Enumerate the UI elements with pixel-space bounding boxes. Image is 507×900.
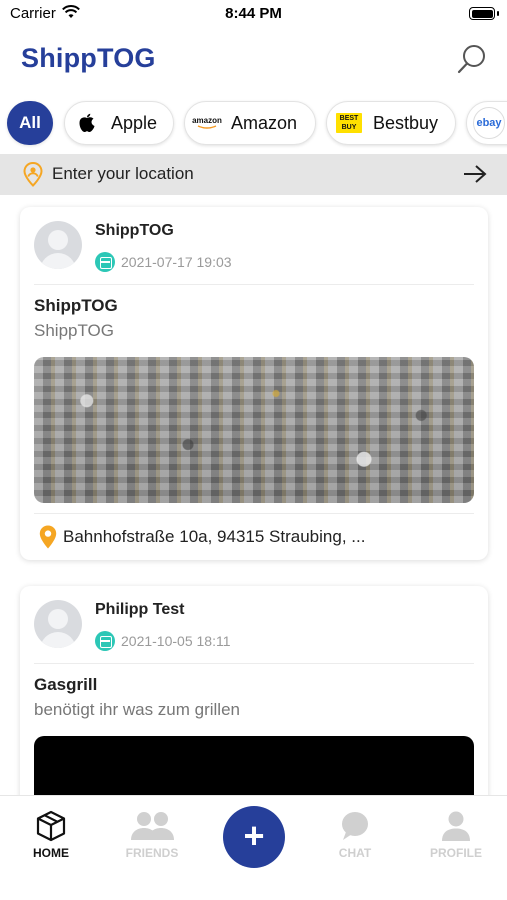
divider <box>34 513 474 514</box>
location-input[interactable]: Enter your location <box>52 164 194 184</box>
avatar <box>34 600 82 648</box>
post-title: ShippTOG <box>34 296 118 315</box>
chip-label: Apple <box>111 112 158 133</box>
arrow-right-icon[interactable] <box>463 164 487 189</box>
chip-amazon[interactable]: amazon Amazon <box>184 101 316 145</box>
chip-label: All <box>19 113 41 132</box>
post-image[interactable] <box>34 736 474 795</box>
map-pin-icon <box>39 525 57 554</box>
apple-logo-icon <box>71 107 103 139</box>
tab-profile[interactable]: PROFILE <box>421 810 491 860</box>
calendar-icon <box>95 631 115 651</box>
chip-ebay[interactable]: ebay <box>466 101 507 145</box>
post-subtitle: benötigt ihr was zum grillen <box>34 700 240 719</box>
add-post-button[interactable]: + <box>223 806 285 868</box>
calendar-icon <box>95 252 115 272</box>
avatar <box>34 221 82 269</box>
tab-chat[interactable]: CHAT <box>320 810 390 860</box>
amazon-logo-icon: amazon <box>191 107 223 139</box>
post-card[interactable]: Philipp Test 2021-10-05 18:11 Gasgrill b… <box>20 586 488 795</box>
battery-icon <box>469 7 499 20</box>
tab-label: CHAT <box>338 846 372 860</box>
tab-label: HOME <box>33 846 69 860</box>
location-bar[interactable]: Enter your location <box>0 154 507 195</box>
bestbuy-logo-icon: BEST BUY <box>333 107 365 139</box>
ebay-logo-icon: ebay <box>473 107 505 139</box>
post-author: Philipp Test <box>95 601 185 618</box>
search-button[interactable] <box>455 42 489 76</box>
user-icon <box>442 811 470 841</box>
chip-bestbuy[interactable]: BEST BUY Bestbuy <box>326 101 456 145</box>
post-author: ShippTOG <box>95 222 174 239</box>
chat-bubble-icon <box>342 812 368 840</box>
divider <box>34 663 474 664</box>
tab-label: PROFILE <box>429 846 482 860</box>
tab-label: FRIENDS <box>125 846 179 860</box>
location-pin-icon <box>23 161 43 192</box>
screen: Carrier 8:44 PM ShippTOG All Apple amazo… <box>0 0 507 900</box>
post-subtitle: ShippTOG <box>34 321 115 340</box>
search-icon <box>457 45 485 74</box>
post-address: Bahnhofstraße 10a, 94315 Straubing, ... <box>63 527 366 546</box>
app-title: ShippTOG <box>21 43 156 73</box>
post-feed: ShippTOG 2021-07-17 19:03 ShippTOG Shipp… <box>0 195 507 795</box>
tab-friends[interactable]: FRIENDS <box>117 810 187 860</box>
app-header: ShippTOG <box>0 30 507 92</box>
post-image[interactable] <box>34 357 474 503</box>
bottom-tab-bar: HOME FRIENDS + CHAT PROFILE <box>0 795 507 900</box>
post-title: Gasgrill <box>34 675 98 694</box>
chip-apple[interactable]: Apple <box>64 101 174 145</box>
tab-home[interactable]: HOME <box>16 810 86 860</box>
post-date: 2021-07-17 19:03 <box>121 254 232 270</box>
post-card[interactable]: ShippTOG 2021-07-17 19:03 ShippTOG Shipp… <box>20 207 488 560</box>
chip-label: Amazon <box>231 112 298 133</box>
post-date: 2021-10-05 18:11 <box>121 633 231 649</box>
chip-label: Bestbuy <box>373 112 439 133</box>
category-chips: All Apple amazon Amazon BEST BUY Bestbuy… <box>0 98 507 150</box>
clock-label: 8:44 PM <box>225 5 282 22</box>
box-icon <box>36 810 66 842</box>
chip-all[interactable]: All <box>7 101 53 145</box>
divider <box>34 284 474 285</box>
friends-icon <box>131 812 174 840</box>
status-bar: Carrier 8:44 PM <box>0 0 507 30</box>
